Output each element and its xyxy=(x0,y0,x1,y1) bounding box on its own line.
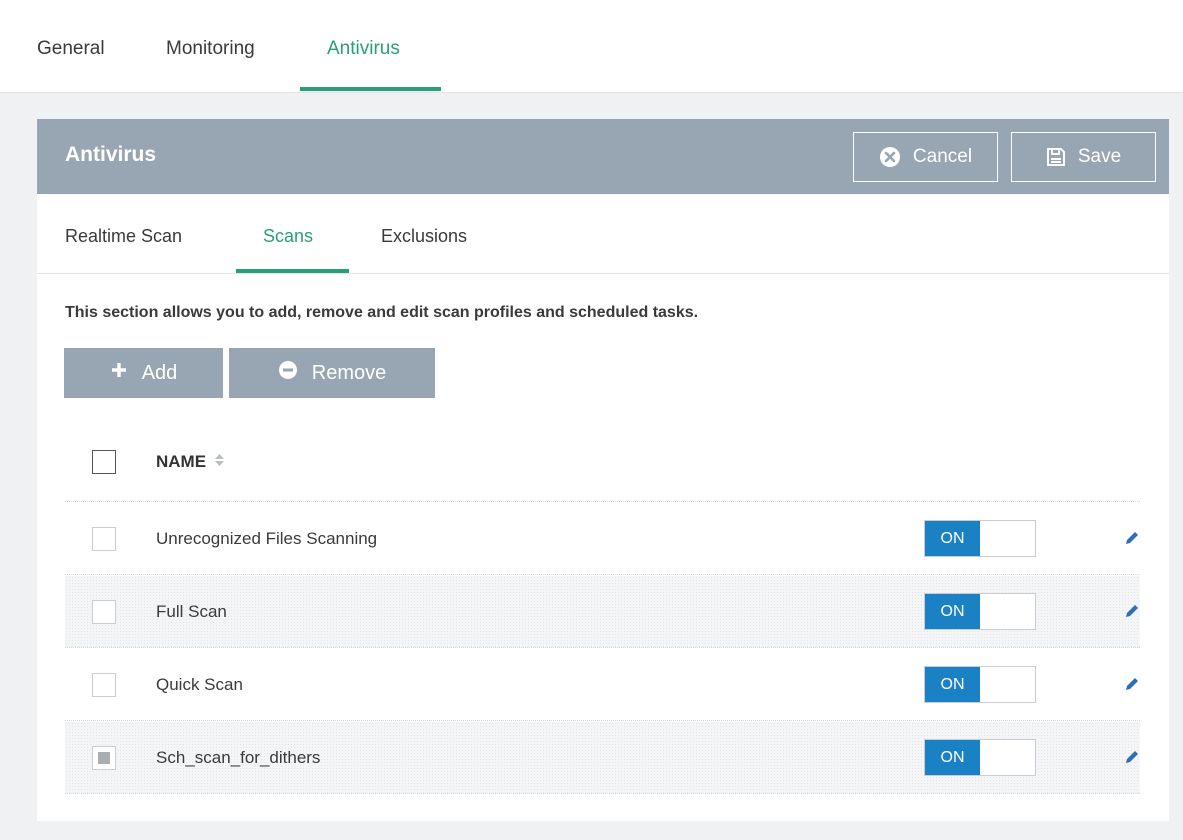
tab-monitoring[interactable]: Monitoring xyxy=(166,38,255,92)
tab-scans[interactable]: Scans xyxy=(263,226,313,247)
antivirus-panel: Antivirus Cancel Save Realtime Scan Scan… xyxy=(37,119,1169,821)
toggle-on-label: ON xyxy=(925,521,980,556)
pencil-icon[interactable] xyxy=(1123,602,1141,620)
remove-label: Remove xyxy=(311,361,387,384)
scan-name: Sch_scan_for_dithers xyxy=(156,748,321,767)
pencil-icon[interactable] xyxy=(1123,675,1141,693)
scan-name: Unrecognized Files Scanning xyxy=(156,529,378,548)
pencil-icon[interactable] xyxy=(1123,748,1141,766)
floppy-disk-icon xyxy=(1046,147,1066,167)
toggle-on-label: ON xyxy=(925,667,980,702)
tab-general[interactable]: General xyxy=(37,38,105,92)
minus-circle-icon xyxy=(278,360,298,386)
tab-antivirus[interactable]: Antivirus xyxy=(327,38,400,92)
table-row: Unrecognized Files Scanning ON xyxy=(65,503,1140,575)
tab-exclusions[interactable]: Exclusions xyxy=(381,226,467,247)
active-subtab-indicator xyxy=(236,269,349,273)
cancel-button[interactable]: Cancel xyxy=(853,132,998,182)
sort-arrows-icon xyxy=(214,452,225,472)
toggle-on-label: ON xyxy=(925,740,980,775)
row-checkbox[interactable] xyxy=(92,600,116,624)
status-toggle[interactable]: ON xyxy=(924,666,1036,703)
table-header: NAME xyxy=(65,424,1140,502)
remove-button[interactable]: Remove xyxy=(229,348,435,398)
save-button[interactable]: Save xyxy=(1011,132,1156,182)
scan-name: Quick Scan xyxy=(156,675,243,694)
row-checkbox[interactable] xyxy=(92,746,116,770)
cancel-label: Cancel xyxy=(912,146,973,167)
sub-tab-bar: Realtime Scan Scans Exclusions xyxy=(37,194,1169,274)
add-label: Add xyxy=(141,361,178,384)
table-row: Full Scan ON xyxy=(65,576,1140,648)
toggle-on-label: ON xyxy=(925,594,980,629)
status-toggle[interactable]: ON xyxy=(924,739,1036,776)
plus-icon xyxy=(110,361,128,385)
top-tab-bar: General Monitoring Antivirus xyxy=(0,0,1183,93)
x-circle-icon xyxy=(879,146,901,168)
select-all-checkbox[interactable] xyxy=(92,450,116,474)
panel-title: Antivirus xyxy=(65,143,157,166)
save-label: Save xyxy=(1077,146,1122,167)
panel-header: Antivirus Cancel Save xyxy=(37,119,1169,194)
status-toggle[interactable]: ON xyxy=(924,520,1036,557)
active-tab-indicator xyxy=(300,87,441,91)
row-checkbox[interactable] xyxy=(92,673,116,697)
row-checkbox[interactable] xyxy=(92,527,116,551)
section-description: This section allows you to add, remove a… xyxy=(65,304,699,321)
status-toggle[interactable]: ON xyxy=(924,593,1036,630)
table-row: Quick Scan ON xyxy=(65,649,1140,721)
table-row: Sch_scan_for_dithers ON xyxy=(65,722,1140,794)
scan-name: Full Scan xyxy=(156,602,227,621)
add-button[interactable]: Add xyxy=(64,348,223,398)
pencil-icon[interactable] xyxy=(1123,529,1141,547)
tab-realtime-scan[interactable]: Realtime Scan xyxy=(65,226,182,247)
column-header-name[interactable]: NAME xyxy=(156,452,225,472)
column-header-label: NAME xyxy=(156,452,207,471)
